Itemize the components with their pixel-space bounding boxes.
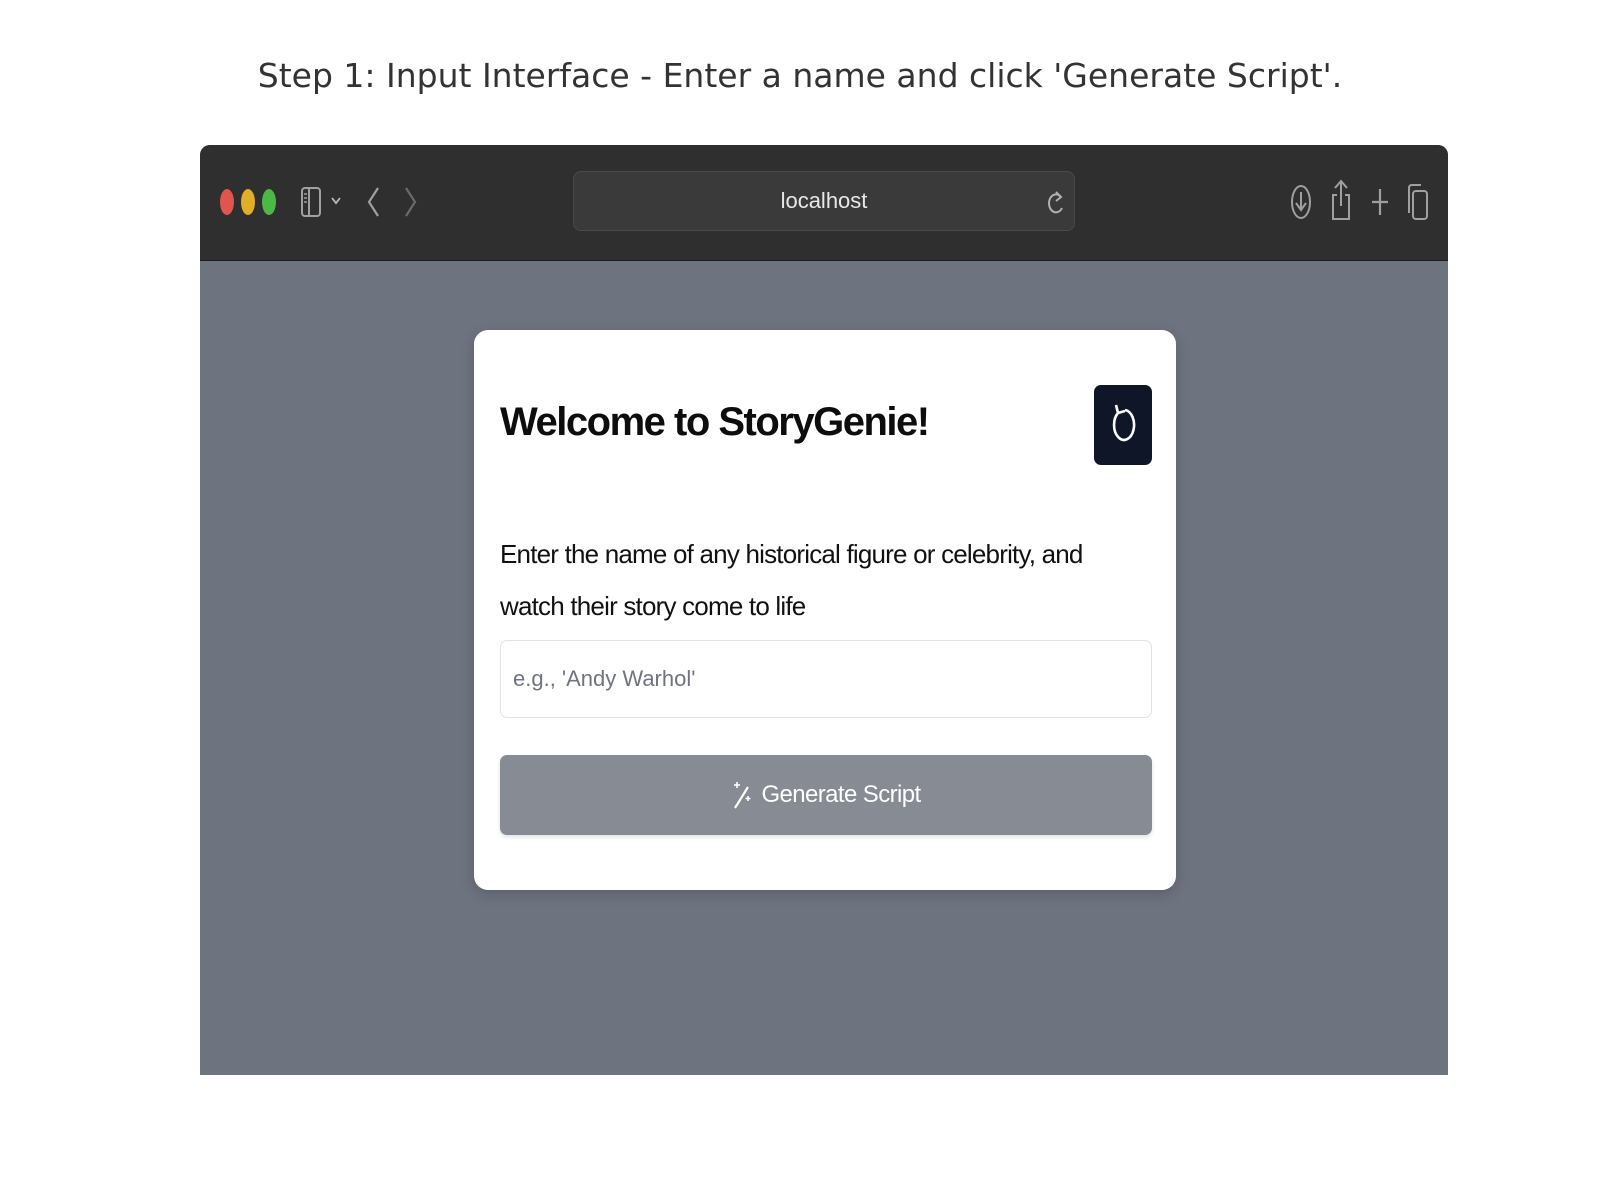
zoom-window-button[interactable] bbox=[262, 189, 276, 215]
close-window-button[interactable] bbox=[220, 189, 234, 215]
tabs-icon[interactable] bbox=[1406, 183, 1430, 221]
back-arrow-icon[interactable] bbox=[366, 185, 382, 219]
generate-script-button[interactable]: Generate Script bbox=[500, 755, 1152, 835]
download-icon[interactable] bbox=[1290, 183, 1312, 221]
minimize-window-button[interactable] bbox=[241, 189, 255, 215]
address-bar[interactable]: localhost bbox=[573, 171, 1075, 231]
browser-window: localhost Welcome to StoryGenie! Enter t… bbox=[200, 145, 1448, 1075]
reload-icon[interactable] bbox=[1046, 188, 1066, 218]
browser-toolbar: localhost bbox=[200, 145, 1448, 261]
figure-caption: Step 1: Input Interface - Enter a name a… bbox=[257, 56, 1343, 95]
description-text: Enter the name of any historical figure … bbox=[500, 539, 1083, 621]
plus-icon[interactable] bbox=[1370, 185, 1390, 219]
reset-icon bbox=[1110, 402, 1136, 448]
chevron-down-icon[interactable] bbox=[330, 193, 342, 209]
sidebar-icon[interactable] bbox=[300, 185, 322, 219]
storygenie-card: Welcome to StoryGenie! Enter the name of… bbox=[474, 330, 1176, 890]
generate-button-label: Generate Script bbox=[761, 781, 921, 808]
magic-wand-icon bbox=[731, 779, 753, 811]
forward-arrow-icon[interactable] bbox=[402, 185, 418, 219]
reset-button[interactable] bbox=[1094, 385, 1152, 465]
share-icon[interactable] bbox=[1330, 179, 1352, 221]
name-input[interactable] bbox=[500, 640, 1152, 718]
address-text: localhost bbox=[780, 188, 868, 213]
page-title: Welcome to StoryGenie! bbox=[500, 400, 930, 444]
